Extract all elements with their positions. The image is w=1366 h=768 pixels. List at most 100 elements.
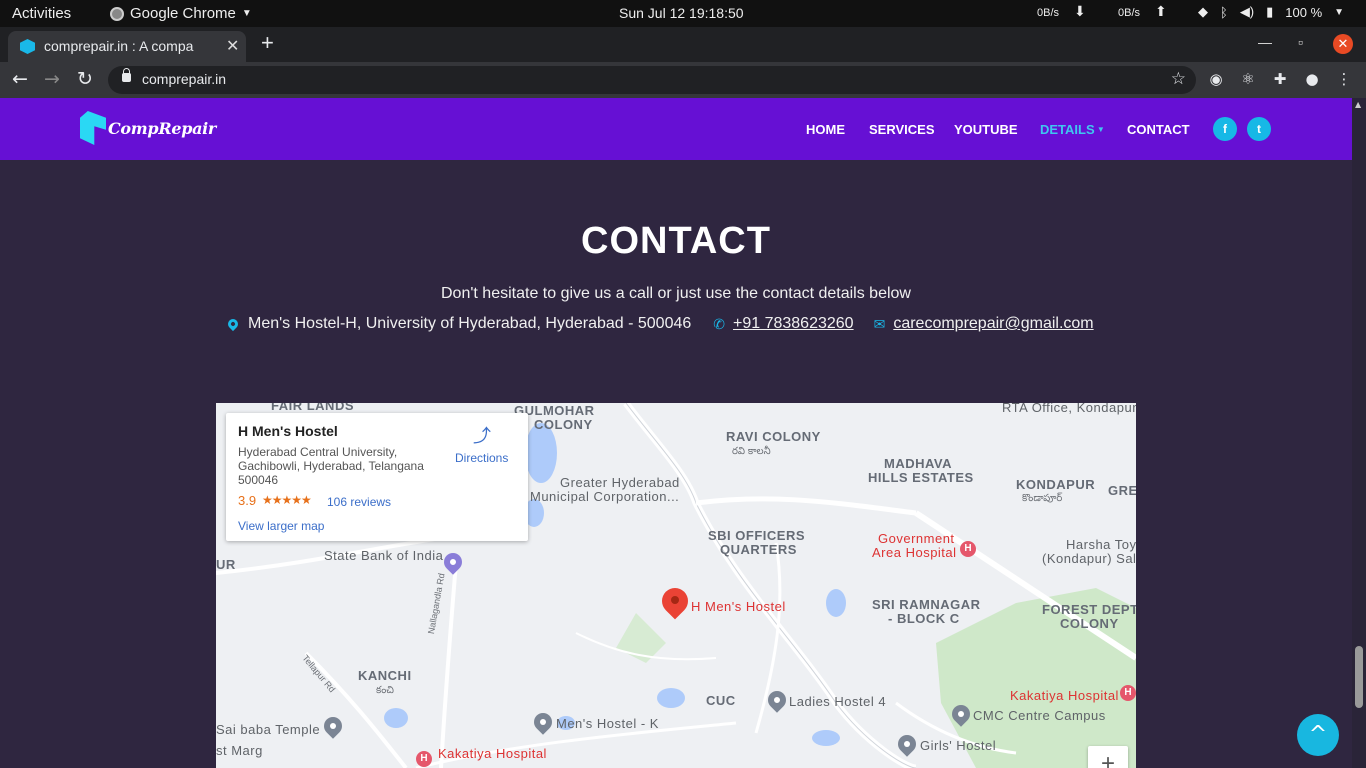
location-pin-icon — [225, 316, 241, 332]
contact-phone-link[interactable]: +91 7838623260 — [733, 315, 854, 333]
window-close-button[interactable]: ✕ — [1333, 34, 1353, 54]
map-label: COLONY — [1060, 616, 1119, 631]
map-label: KANCHI — [358, 668, 412, 683]
tab-title: comprepair.in : A company — [44, 38, 194, 54]
map-label: st Marg — [216, 743, 263, 758]
reload-button[interactable]: ↻ — [77, 68, 93, 90]
map-label: CMC Centre Campus — [973, 708, 1106, 723]
phone-icon: ✆ — [713, 315, 725, 332]
map-label: COLONY — [534, 417, 593, 432]
net-down-speed: 0B/s — [1037, 7, 1060, 19]
app-menu[interactable]: Google Chrome ▼ — [110, 5, 252, 22]
nav-services[interactable]: SERVICES — [869, 122, 935, 137]
map-label: (Kondapur) Sal — [1042, 551, 1136, 566]
minimize-button[interactable]: — — [1258, 34, 1272, 50]
site-navbar: CompRepair HOME SERVICES YOUTUBE DETAILS… — [0, 98, 1352, 160]
bookmark-star-icon[interactable]: ☆ — [1171, 69, 1186, 89]
map-label: Government — [878, 531, 955, 546]
scrollbar-thumb[interactable] — [1355, 646, 1363, 708]
extensions-puzzle-icon[interactable]: ✚ — [1272, 71, 1288, 87]
view-larger-map-link[interactable]: View larger map — [238, 519, 324, 533]
activities-button[interactable]: Activities — [12, 5, 71, 22]
react-devtools-icon[interactable]: ⚛ — [1240, 71, 1256, 87]
map-label: Kakatiya Hospital — [438, 746, 547, 761]
map-label: Men's Hostel - K — [556, 716, 659, 731]
back-button[interactable]: ← — [12, 68, 28, 90]
directions-link[interactable]: Directions — [455, 451, 508, 465]
location-marker[interactable] — [656, 582, 694, 624]
contact-details: Men's Hostel-H, University of Hyderabad,… — [225, 315, 1094, 333]
chrome-icon — [110, 6, 124, 21]
facebook-icon[interactable]: f — [1213, 117, 1237, 141]
rating-stars: ★★★★★ — [262, 493, 312, 507]
map-label: రవి కాలనీ — [732, 446, 771, 457]
browser-tab[interactable]: comprepair.in : A company ✕ — [8, 31, 246, 62]
map-label: RTA Office, Kondapur — [1002, 403, 1136, 415]
chrome-menu-icon[interactable]: ⋮ — [1336, 71, 1352, 87]
net-up-speed: 0B/s — [1118, 7, 1141, 19]
scroll-up-arrow-icon[interactable]: ▲ — [1355, 100, 1361, 109]
envelope-icon: ✉ — [873, 315, 886, 332]
map-label: GRE — [1108, 483, 1136, 498]
wifi-icon: ◆ — [1198, 4, 1208, 19]
contact-email-link[interactable]: carecomprepair@gmail.com — [893, 315, 1093, 333]
contact-heading: CONTACT — [581, 220, 771, 262]
directions-icon[interactable]: ⤴ — [473, 427, 491, 445]
maximize-button[interactable]: ▫ — [1298, 34, 1303, 50]
nav-youtube[interactable]: YOUTUBE — [954, 122, 1018, 137]
nav-contact[interactable]: CONTACT — [1127, 122, 1190, 137]
page-scrollbar[interactable]: ▲ — [1352, 98, 1366, 768]
place-rating: 3.9 — [238, 493, 257, 508]
system-top-bar: Activities Google Chrome ▼ Sun Jul 12 19… — [0, 0, 1366, 27]
hospital-pin-icon[interactable]: H — [416, 751, 432, 767]
map-label: SBI OFFICERS — [708, 528, 806, 543]
forward-button[interactable]: → — [44, 68, 60, 90]
nav-details[interactable]: DETAILS ▼ — [1040, 122, 1105, 137]
new-tab-button[interactable]: + — [261, 30, 274, 56]
caret-down-icon: ▼ — [1094, 125, 1105, 134]
embedded-google-map[interactable]: FAIR LANDS GULMOHAR COLONY RAVI COLONY ర… — [216, 403, 1136, 768]
map-label: Sai baba Temple — [216, 722, 321, 737]
address-bar[interactable]: comprepair.in ☆ — [108, 66, 1196, 94]
map-label: RAVI COLONY — [726, 429, 821, 444]
hospital-pin-icon[interactable]: H — [1120, 685, 1136, 701]
volume-icon: ◀) — [1239, 4, 1255, 19]
nav-home[interactable]: HOME — [806, 122, 845, 137]
clock[interactable]: Sun Jul 12 19:18:50 — [619, 5, 744, 21]
bluetooth-icon: ᛒ — [1220, 4, 1228, 20]
browser-toolbar: ← → ↻ comprepair.in ☆ ◉ ⚛ ✚ ● ⋮ — [0, 62, 1366, 98]
download-arrow-icon: ⬇ — [1074, 4, 1086, 20]
lock-icon — [122, 68, 131, 82]
page-viewport: CompRepair HOME SERVICES YOUTUBE DETAILS… — [0, 98, 1352, 768]
map-label: SRI RAMNAGAR — [872, 597, 981, 612]
site-favicon-icon — [20, 39, 35, 54]
map-label: Harsha Toy — [1066, 537, 1136, 552]
tab-strip: comprepair.in : A company ✕ — [0, 27, 1366, 62]
battery-icon: ▮ — [1266, 4, 1274, 19]
map-label: - BLOCK C — [888, 611, 960, 626]
system-tray[interactable]: ◆ ᛒ ◀) ▮ 100 % ▼ — [1198, 4, 1344, 20]
map-label: FAIR LANDS — [271, 403, 354, 413]
battery-level: 100 % — [1285, 4, 1323, 20]
site-logo[interactable]: CompRepair — [80, 111, 216, 145]
profile-avatar-icon[interactable]: ● — [1304, 71, 1320, 87]
map-label: Ladies Hostel 4 — [789, 694, 887, 709]
map-label: MADHAVA — [884, 456, 953, 471]
map-label: Area Hospital — [872, 545, 957, 560]
twitter-icon[interactable]: t — [1247, 117, 1271, 141]
power-menu-icon: ▼ — [1334, 6, 1345, 18]
marker-label[interactable]: H Men's Hostel — [691, 599, 786, 614]
map-label: FOREST DEPT — [1042, 602, 1136, 617]
hospital-pin-icon[interactable]: H — [960, 541, 976, 557]
logo-cube-icon — [80, 111, 106, 145]
extension-icon[interactable]: ◉ — [1208, 71, 1224, 87]
map-zoom-in-button[interactable]: + — [1088, 746, 1128, 768]
nav-details-label: DETAILS — [1040, 122, 1095, 137]
tab-close-icon[interactable]: ✕ — [226, 36, 239, 56]
reviews-link[interactable]: 106 reviews — [327, 495, 391, 509]
back-to-top-button[interactable]: ^ — [1297, 714, 1339, 756]
map-label: కొండాపూర్ — [1022, 493, 1063, 504]
map-label: CUC — [706, 693, 736, 708]
place-address: Hyderabad Central University, Gachibowli… — [238, 445, 424, 487]
contact-subtitle: Don't hesitate to give us a call or just… — [441, 285, 911, 302]
